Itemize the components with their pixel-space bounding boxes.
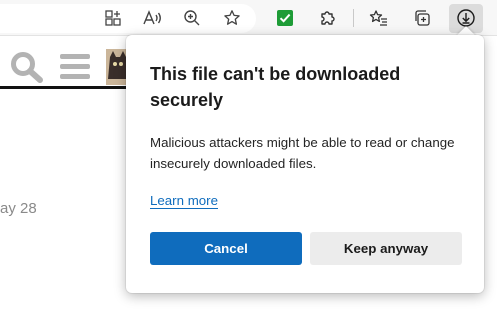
dialog-title: This file can't be downloaded securely — [150, 64, 401, 110]
read-aloud-icon[interactable] — [140, 6, 164, 30]
extensions-puzzle-icon[interactable] — [316, 6, 340, 30]
toolbar-separator — [353, 9, 354, 27]
browser-toolbar — [0, 0, 497, 36]
dialog-message: Malicious attackers might be able to rea… — [150, 135, 455, 171]
menu-icon[interactable] — [60, 53, 92, 86]
collections-icon[interactable] — [410, 6, 434, 30]
cancel-button[interactable]: Cancel — [150, 232, 302, 265]
favorite-star-icon[interactable] — [220, 6, 244, 30]
favorites-list-icon[interactable] — [367, 6, 391, 30]
address-bar[interactable] — [0, 4, 256, 33]
checkbox-extension-icon[interactable] — [273, 6, 297, 30]
zoom-icon[interactable] — [180, 6, 204, 30]
date-text: ay 28 — [0, 200, 37, 217]
learn-more-link[interactable]: Learn more — [150, 193, 218, 208]
page-header — [0, 37, 130, 89]
header-divider — [0, 86, 130, 89]
search-icon[interactable] — [10, 51, 44, 88]
insecure-download-dialog: This file can't be downloaded securely M… — [126, 35, 484, 293]
keep-anyway-button[interactable]: Keep anyway — [310, 232, 462, 265]
app-grid-icon[interactable] — [101, 6, 125, 30]
